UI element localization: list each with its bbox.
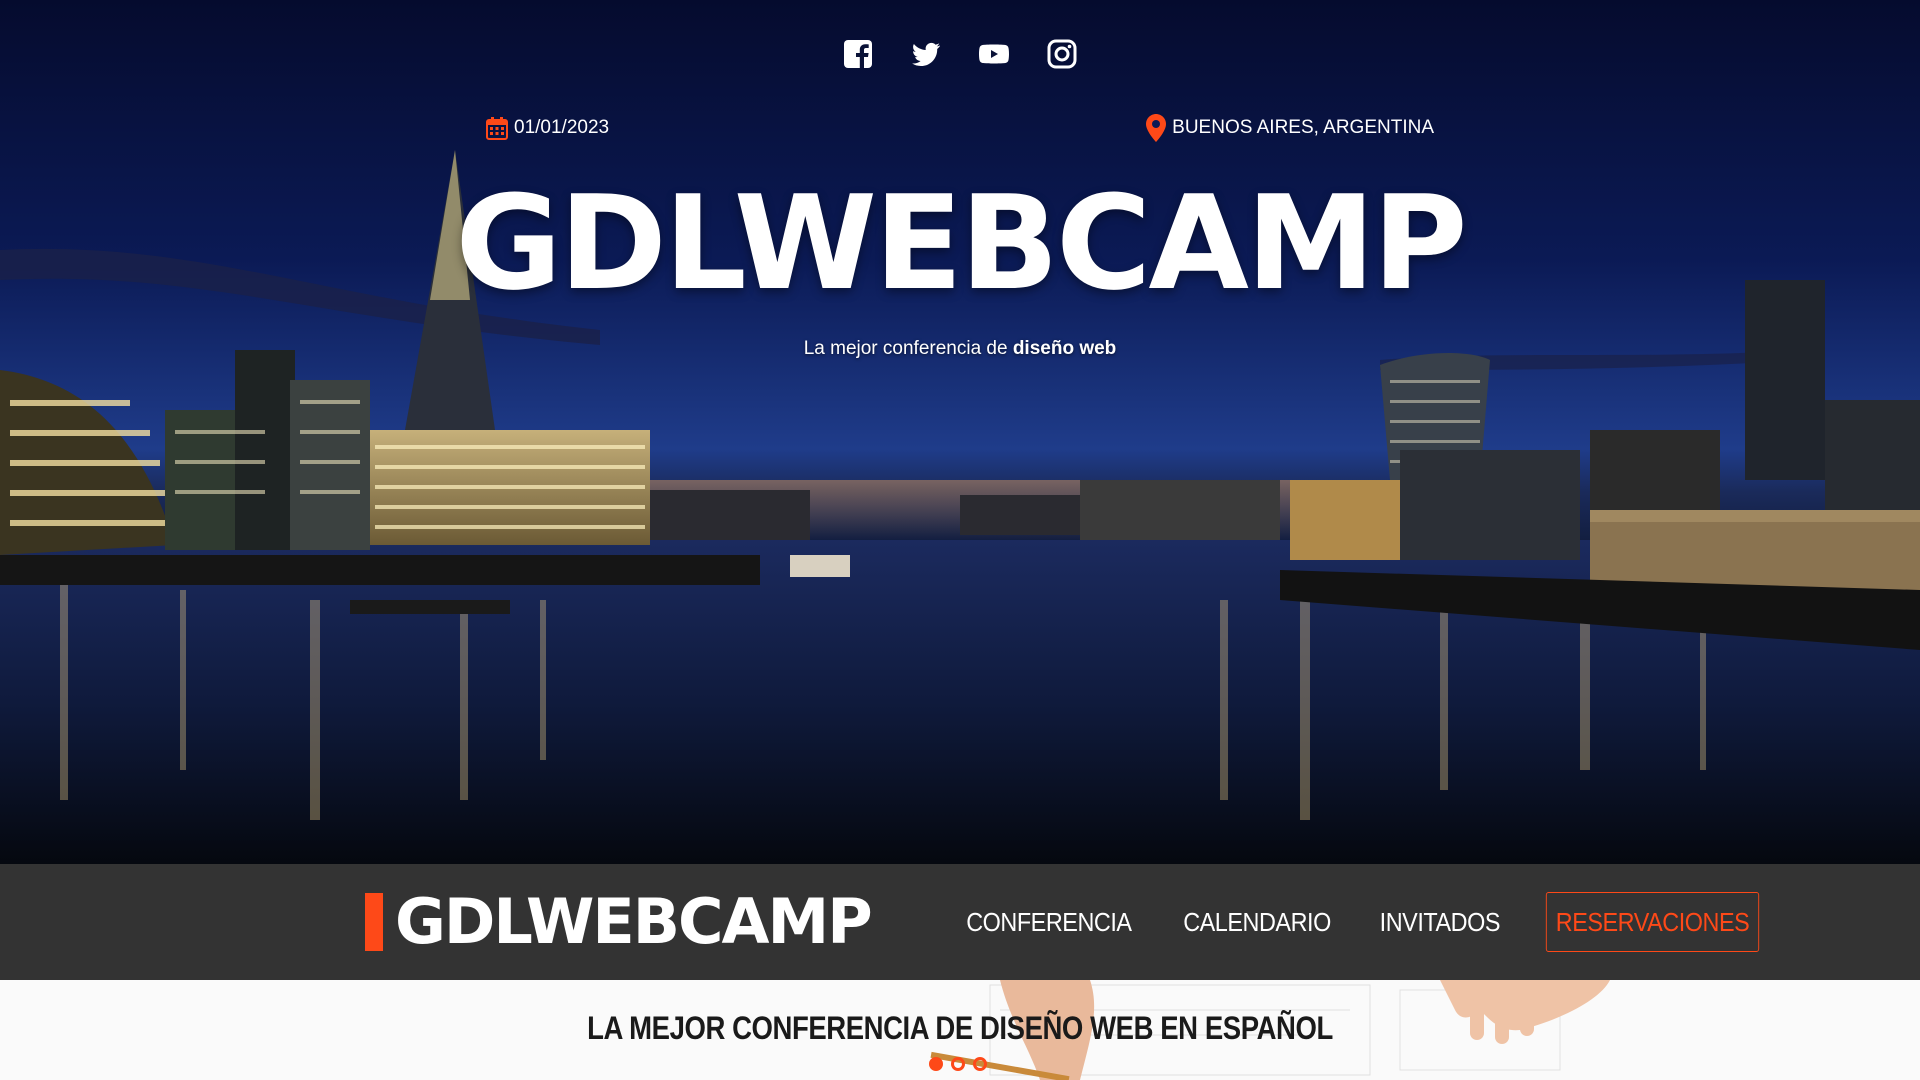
menu-item-invitados[interactable]: INVITADOS — [1364, 893, 1515, 951]
facebook-icon[interactable] — [842, 38, 874, 70]
event-date-text: 01/01/2023 — [514, 117, 610, 138]
menu-item-conferencia[interactable]: CONFERENCIA — [951, 893, 1147, 951]
event-location: BUENOS AIRES, ARGENTINA — [1146, 114, 1434, 142]
section-heading: LA MEJOR CONFERENCIA DE DISEÑO WEB EN ES… — [587, 1010, 1333, 1046]
youtube-icon[interactable] — [978, 38, 1010, 70]
event-location-text: BUENOS AIRES, ARGENTINA — [1172, 117, 1434, 138]
slider-dot-2[interactable] — [951, 1057, 965, 1071]
main-menu: CONFERENCIA CALENDARIO INVITADOS RESERVA… — [940, 892, 1771, 952]
slider-dot-1[interactable] — [929, 1057, 943, 1071]
social-links — [0, 38, 1920, 70]
slider-dots — [929, 1057, 987, 1071]
hero-title: GDLWEBCAMP — [455, 167, 1467, 319]
logo-accent-bar — [365, 893, 383, 951]
tagline-bold: diseño web — [1012, 338, 1117, 359]
instagram-icon[interactable] — [1046, 38, 1078, 70]
logo-text: GDLWEBCAMP — [395, 885, 873, 958]
site-logo[interactable]: GDLWEBCAMP — [365, 885, 873, 958]
twitter-icon[interactable] — [910, 38, 942, 70]
calendar-icon — [486, 117, 508, 140]
map-pin-icon — [1146, 114, 1167, 142]
menu-item-reservaciones[interactable]: RESERVACIONES — [1545, 892, 1759, 952]
event-meta: 01/01/2023 BUENOS AIRES, ARGENTINA — [486, 114, 1434, 142]
menu-item-calendario[interactable]: CALENDARIO — [1168, 893, 1346, 951]
hero-section: 01/01/2023 BUENOS AIRES, ARGENTINA GDLWE… — [0, 0, 1920, 864]
hero-tagline: La mejor conferencia de diseño web — [0, 338, 1920, 360]
tagline-prefix: La mejor conferencia de — [803, 338, 1013, 359]
slider-dot-3[interactable] — [973, 1057, 987, 1071]
event-date: 01/01/2023 — [486, 116, 609, 140]
